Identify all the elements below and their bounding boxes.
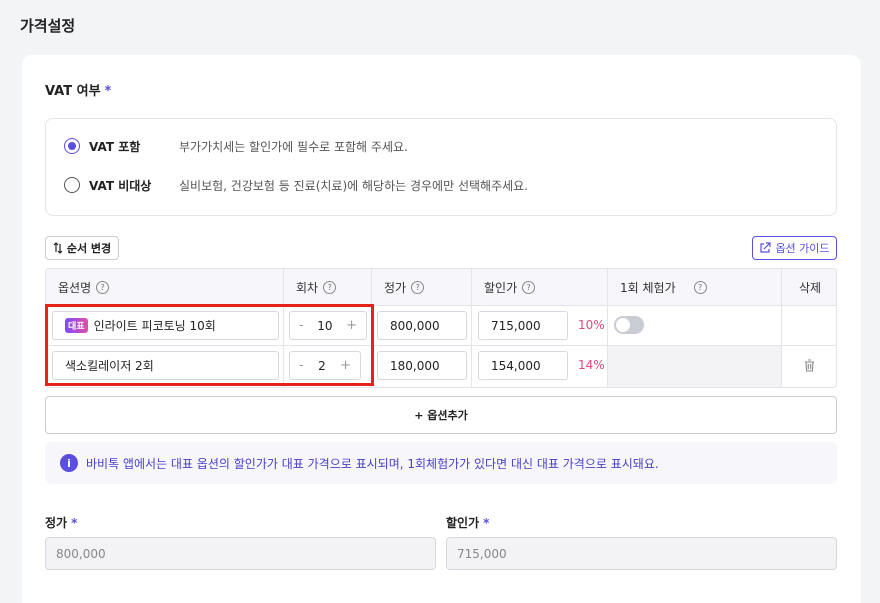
option-guide-label: 옵션 가이드 <box>775 242 830 255</box>
header-text: 1회 체험가 <box>620 281 676 295</box>
plus-button[interactable]: + <box>340 358 351 373</box>
table-row: 대표 인라이트 피코토닝 10회 - 10 + 800,000 715,000 <box>46 306 836 346</box>
required-mark: * <box>104 84 112 99</box>
header-option-name: 옵션명 ? <box>46 269 284 306</box>
cell-price: 800,000 <box>372 306 472 345</box>
count-value: 2 <box>318 358 326 373</box>
header-text: 정가 <box>384 281 407 295</box>
discount-input[interactable]: 154,000 <box>478 351 568 380</box>
summary-price-label: 정가 * <box>45 514 77 531</box>
vat-option-desc: 실비보험, 건강보험 등 진료(치료)에 해당하는 경우에만 선택해주세요. <box>179 178 529 193</box>
cell-count: - 10 + <box>284 306 372 345</box>
price-value: 180,000 <box>390 358 440 373</box>
plus-button[interactable]: + <box>346 318 357 333</box>
minus-button[interactable]: - <box>299 318 304 333</box>
help-icon[interactable]: ? <box>323 281 337 294</box>
option-name-value: 인라이트 피코토닝 10회 <box>93 319 216 333</box>
help-icon[interactable]: ? <box>411 281 425 294</box>
summary-price-value: 800,000 <box>56 546 106 561</box>
required-mark: * <box>483 516 490 530</box>
vat-option-exempt[interactable]: VAT 비대상 실비보험, 건강보험 등 진료(치료)에 해당하는 경우에만 선… <box>64 175 528 195</box>
option-name-input[interactable]: 색소킬레이저 2회 <box>52 351 279 380</box>
count-value: 10 <box>317 318 333 333</box>
summary-discount-label: 할인가 * <box>446 514 489 531</box>
reorder-button-label: 순서 변경 <box>66 242 112 255</box>
discount-percent: 14% <box>578 358 605 372</box>
add-option-button[interactable]: + 옵션추가 <box>45 396 837 434</box>
external-link-icon <box>760 242 772 253</box>
price-input[interactable]: 180,000 <box>377 351 467 380</box>
reorder-button[interactable]: 순서 변경 <box>45 236 119 260</box>
cell-delete <box>782 346 836 387</box>
radio-checked-icon[interactable] <box>64 138 80 154</box>
minus-button[interactable]: - <box>299 358 304 373</box>
option-guide-button[interactable]: 옵션 가이드 <box>752 236 837 260</box>
summary-price-label-text: 정가 <box>45 516 68 530</box>
summary-discount-field: 715,000 <box>446 537 837 570</box>
discount-value: 715,000 <box>491 318 541 333</box>
info-banner: i 바비톡 앱에서는 대표 옵션의 할인가가 대표 가격으로 표시되며, 1회체… <box>45 442 837 484</box>
trial-toggle[interactable] <box>614 316 644 334</box>
radio-unchecked-icon[interactable] <box>64 177 80 193</box>
summary-price-field: 800,000 <box>45 537 436 570</box>
count-stepper[interactable]: - 2 + <box>289 351 361 380</box>
header-text: 옵션명 <box>58 281 92 295</box>
header-price: 정가 ? <box>372 269 472 306</box>
info-icon: i <box>60 454 78 472</box>
header-discount: 할인가 ? <box>472 269 608 306</box>
representative-badge: 대표 <box>65 318 88 333</box>
option-name-input[interactable]: 대표 인라이트 피코토닝 10회 <box>52 311 279 340</box>
info-text: 바비톡 앱에서는 대표 옵션의 할인가가 대표 가격으로 표시되며, 1회체험가… <box>86 456 659 471</box>
cell-discount: 715,000 10% <box>472 306 608 345</box>
page-title: 가격설정 <box>20 17 76 35</box>
price-input[interactable]: 800,000 <box>377 311 467 340</box>
option-name-value: 색소킬레이저 2회 <box>65 359 154 373</box>
header-trial: 1회 체험가 ? <box>608 269 782 306</box>
sort-arrows-icon <box>53 242 63 254</box>
vat-option-desc: 부가가치세는 할인가에 필수로 포함해 주세요. <box>179 139 408 154</box>
discount-percent: 10% <box>578 318 605 332</box>
vat-option-label: VAT 비대상 <box>89 178 152 193</box>
cell-delete <box>782 306 836 345</box>
table-row: 색소킬레이저 2회 - 2 + 180,000 154,000 14% <box>46 346 836 387</box>
discount-value: 154,000 <box>491 358 541 373</box>
cell-trial <box>608 306 782 345</box>
cell-count: - 2 + <box>284 346 372 387</box>
help-icon[interactable]: ? <box>693 281 707 294</box>
count-stepper[interactable]: - 10 + <box>289 311 367 340</box>
help-icon[interactable]: ? <box>96 281 110 294</box>
price-value: 800,000 <box>390 318 440 333</box>
cell-option-name: 대표 인라이트 피코토닝 10회 <box>46 306 284 345</box>
summary-discount-label-text: 할인가 <box>446 516 480 530</box>
header-delete: 삭제 <box>782 269 836 306</box>
cell-discount: 154,000 14% <box>472 346 608 387</box>
summary-discount-value: 715,000 <box>457 546 507 561</box>
table-header: 옵션명 ? 회차 ? 정가 ? 할인가 ? 1회 체험가 ? 삭제 <box>46 269 836 306</box>
vat-option-label: VAT 포함 <box>89 139 141 154</box>
header-text: 할인가 <box>484 281 518 295</box>
header-text: 삭제 <box>798 281 822 295</box>
header-text: 회차 <box>296 281 319 295</box>
vat-label-text: VAT 여부 <box>45 84 101 99</box>
trash-icon[interactable] <box>804 359 815 372</box>
help-icon[interactable]: ? <box>522 281 536 294</box>
required-mark: * <box>71 516 78 530</box>
vat-option-include[interactable]: VAT 포함 부가가치세는 할인가에 필수로 포함해 주세요. <box>64 136 408 156</box>
header-count: 회차 ? <box>284 269 372 306</box>
vat-section-label: VAT 여부 * <box>45 80 111 99</box>
vat-options-box: VAT 포함 부가가치세는 할인가에 필수로 포함해 주세요. VAT 비대상 … <box>45 118 837 216</box>
cell-option-name: 색소킬레이저 2회 <box>46 346 284 387</box>
discount-input[interactable]: 715,000 <box>478 311 568 340</box>
options-table: 옵션명 ? 회차 ? 정가 ? 할인가 ? 1회 체험가 ? 삭제 대표 인라이… <box>45 268 837 388</box>
cell-price: 180,000 <box>372 346 472 387</box>
price-settings-card: VAT 여부 * VAT 포함 부가가치세는 할인가에 필수로 포함해 주세요. … <box>22 55 861 603</box>
cell-trial-disabled <box>608 346 782 387</box>
